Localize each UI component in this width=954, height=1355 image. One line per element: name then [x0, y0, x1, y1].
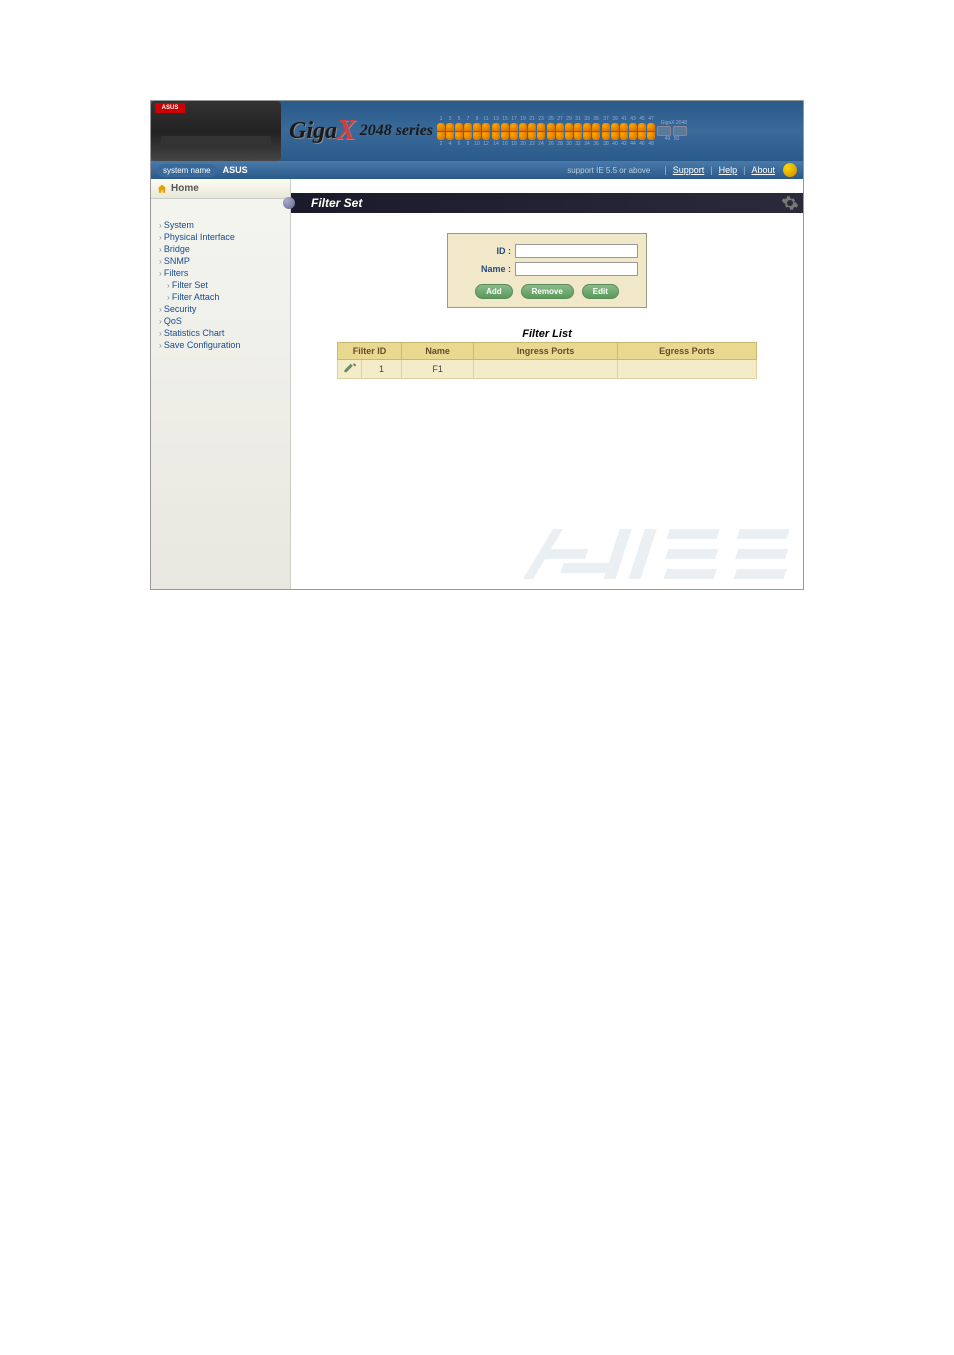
cell-id: 1: [362, 360, 402, 379]
nav-home-label: Home: [171, 183, 199, 194]
sidebar: Home System Physical Interface Bridge SN…: [151, 179, 291, 589]
asus-badge: ASUS: [155, 103, 185, 113]
filter-table: Filter ID Name Ingress Ports Egress Port…: [337, 342, 757, 379]
sfp-port-49[interactable]: [657, 126, 671, 136]
add-button[interactable]: Add: [475, 284, 513, 299]
nav-filter-attach[interactable]: Filter Attach: [159, 291, 286, 303]
brand-giga: Giga: [289, 118, 337, 145]
sub-header: system name ASUS support IE 5.5 or above…: [151, 161, 803, 179]
col-name: Name: [402, 343, 474, 360]
nav-statistics-chart[interactable]: Statistics Chart: [159, 327, 286, 339]
header-bar: ASUS Giga X 2048 series 1357911 24681012…: [151, 101, 803, 161]
col-egress: Egress Ports: [617, 343, 756, 360]
switch-illustration: ASUS: [151, 101, 281, 161]
panel-title-bar: Filter Set: [291, 193, 803, 213]
table-row[interactable]: 1 F1: [338, 360, 757, 379]
port-panel: 1357911 24681012 131517192123 1416182022…: [433, 101, 803, 161]
nav-qos[interactable]: QoS: [159, 315, 286, 327]
about-link[interactable]: About: [751, 165, 775, 175]
support-link[interactable]: Support: [673, 165, 705, 175]
gear-icon: [781, 194, 799, 212]
background-asus-logo: [503, 519, 803, 589]
nav-list: System Physical Interface Bridge SNMP Fi…: [151, 199, 290, 355]
home-icon: [157, 184, 167, 194]
nav-system[interactable]: System: [159, 219, 286, 231]
nav-filters[interactable]: Filters: [159, 267, 286, 279]
col-ingress: Ingress Ports: [474, 343, 618, 360]
nav-filter-set[interactable]: Filter Set: [159, 279, 286, 291]
sfp-ports: GigaX 2048 4950: [657, 120, 687, 142]
filter-list-title: Filter List: [291, 328, 803, 340]
id-input[interactable]: [515, 244, 638, 258]
cell-ingress: [474, 360, 618, 379]
cell-egress: [617, 360, 756, 379]
id-label: ID :: [456, 246, 511, 256]
content-area: Filter Set ID : Name : Add Remove Edit: [291, 179, 803, 589]
cell-name: F1: [402, 360, 474, 379]
logout-button[interactable]: [783, 163, 797, 177]
nav-physical-interface[interactable]: Physical Interface: [159, 231, 286, 243]
filter-form: ID : Name : Add Remove Edit: [447, 233, 647, 308]
remove-button[interactable]: Remove: [521, 284, 574, 299]
nav-security[interactable]: Security: [159, 303, 286, 315]
port-numbers-top: 1357911: [437, 116, 490, 122]
nav-save-configuration[interactable]: Save Configuration: [159, 339, 286, 351]
col-filter-id: Filter ID: [338, 343, 402, 360]
main-area: Home System Physical Interface Bridge SN…: [151, 179, 803, 589]
nav-home[interactable]: Home: [151, 179, 290, 199]
panel-title: Filter Set: [311, 196, 362, 210]
help-link[interactable]: Help: [719, 165, 738, 175]
name-input[interactable]: [515, 262, 638, 276]
app-window: ASUS Giga X 2048 series 1357911 24681012…: [150, 100, 804, 590]
name-label: Name :: [456, 264, 511, 274]
edit-button[interactable]: Edit: [582, 284, 619, 299]
nav-bridge[interactable]: Bridge: [159, 243, 286, 255]
sfp-port-50[interactable]: [673, 126, 687, 136]
system-name-value: ASUS: [223, 165, 248, 175]
brand-series: 2048 series: [360, 122, 433, 140]
nav-snmp[interactable]: SNMP: [159, 255, 286, 267]
system-name-label: system name: [157, 164, 217, 177]
browser-requirement: support IE 5.5 or above: [567, 166, 650, 175]
brand-x: X: [337, 115, 356, 147]
product-name: Giga X 2048 series: [281, 101, 433, 161]
edit-row-icon[interactable]: [343, 363, 357, 373]
